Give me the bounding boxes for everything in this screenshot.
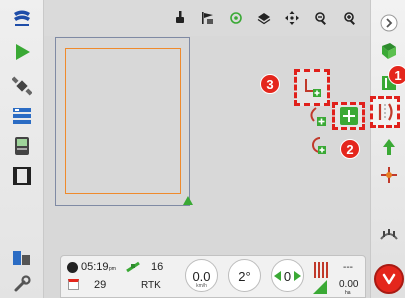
curve-line-icon[interactable] [305, 105, 329, 129]
film-icon[interactable] [10, 164, 34, 188]
heading-value: 2° [238, 269, 251, 284]
topcon-logo [10, 6, 34, 30]
clock-icon [67, 262, 78, 273]
play-icon[interactable] [10, 40, 34, 64]
satellite-icon[interactable] [10, 74, 34, 98]
time-unit: pm [109, 266, 116, 272]
rtk-status: RTK [141, 280, 161, 291]
vehicle-marker-icon [183, 196, 193, 205]
left-sidebar [0, 0, 44, 298]
add-line-button[interactable] [337, 104, 361, 128]
area-unit: ha [345, 290, 351, 296]
flag-icon[interactable] [200, 10, 216, 26]
callout-badge-1: 1 [388, 65, 405, 85]
section-bars-icon [313, 261, 329, 279]
offset-right-arrow-icon [294, 271, 301, 281]
layers-icon[interactable] [256, 10, 272, 26]
zoom-in-icon[interactable] [342, 10, 358, 26]
area-value: 0.00 [339, 279, 359, 290]
implement-icon[interactable] [378, 164, 400, 186]
wrench-icon[interactable] [10, 272, 34, 296]
time-value: 05:19 [81, 261, 109, 273]
heading-gauge: 2° [228, 259, 261, 292]
tractor-arrow-icon[interactable] [378, 136, 400, 158]
stop-button[interactable] [374, 264, 404, 294]
area-triangle-icon [313, 280, 327, 294]
offset-left-arrow-icon [274, 271, 281, 281]
boom-sections-icon[interactable] [378, 222, 400, 244]
speed-gauge: 0.0 km/h [185, 259, 218, 292]
speed-unit: km/h [196, 283, 207, 289]
screen: 1 2 3 05:19 pm 29 16 RTK 0.0 km/h 2° 0 -… [0, 0, 405, 298]
ab-line-icon[interactable] [300, 76, 324, 100]
hand-pointer-icon[interactable] [172, 10, 188, 26]
satellite-status-icon [125, 260, 141, 273]
calendar-icon [68, 279, 79, 290]
zoom-out-icon[interactable] [313, 10, 329, 26]
display-icon[interactable] [10, 134, 34, 158]
green-book-icon[interactable] [378, 40, 400, 62]
target-icon[interactable] [228, 10, 244, 26]
field-boundary [65, 48, 181, 194]
callout-badge-2: 2 [340, 139, 360, 159]
pan-icon[interactable] [284, 10, 300, 26]
right-sidebar [370, 0, 405, 298]
back-icon[interactable] [378, 12, 400, 34]
satellite-count: 16 [151, 261, 164, 273]
rate-top: --- [343, 262, 353, 273]
offset-gauge: 0 [271, 259, 304, 292]
pivot-line-icon[interactable] [305, 133, 329, 157]
date-value: 29 [94, 279, 107, 291]
layers-list-icon[interactable] [10, 104, 34, 128]
status-bar: 05:19 pm 29 16 RTK 0.0 km/h 2° 0 --- 0.0… [60, 255, 366, 298]
callout-badge-3: 3 [260, 74, 280, 94]
speed-value: 0.0 [192, 269, 211, 284]
guidance-mode-icon[interactable] [373, 100, 397, 124]
sections-icon[interactable] [10, 246, 34, 270]
